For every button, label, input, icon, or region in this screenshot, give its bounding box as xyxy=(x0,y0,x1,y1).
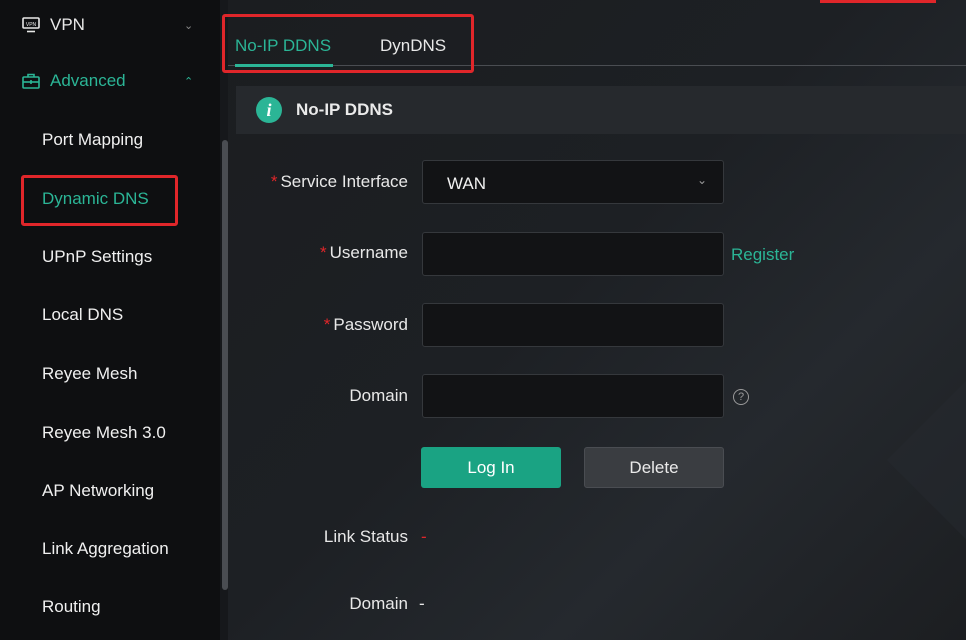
link-status-value: - xyxy=(421,527,427,546)
sidebar-item-routing[interactable]: Routing xyxy=(42,597,101,617)
sidebar: VPN VPN ⌄ Advanced ⌃ Port Mapping Dynami… xyxy=(0,0,220,640)
sidebar-group-vpn[interactable]: VPN VPN ⌄ xyxy=(0,0,220,50)
domain-label: Domain xyxy=(349,386,408,405)
chevron-down-icon: ⌄ xyxy=(184,19,194,32)
section-header: i No-IP DDNS xyxy=(236,86,966,134)
chevron-down-icon: ⌄ xyxy=(696,173,707,187)
required-mark: * xyxy=(319,243,327,262)
service-interface-label: * Service Interface xyxy=(270,172,408,191)
sidebar-group-advanced[interactable]: Advanced ⌃ xyxy=(0,56,220,106)
sidebar-item-upnp-settings[interactable]: UPnP Settings xyxy=(42,247,152,267)
help-icon[interactable]: ? xyxy=(733,389,749,405)
sidebar-item-local-dns[interactable]: Local DNS xyxy=(42,305,123,325)
service-interface-select[interactable]: WAN ⌄ xyxy=(422,160,724,204)
sidebar-group-label: Advanced xyxy=(50,71,126,90)
required-mark: * xyxy=(323,315,331,334)
register-link[interactable]: Register xyxy=(731,245,794,265)
password-label: * Password xyxy=(323,315,408,334)
svg-text:VPN: VPN xyxy=(26,22,37,28)
highlight-box xyxy=(21,175,178,226)
required-mark: * xyxy=(270,172,278,191)
password-input[interactable] xyxy=(422,303,724,347)
login-button[interactable]: Log In xyxy=(421,447,561,488)
delete-button[interactable]: Delete xyxy=(584,447,724,488)
section-title: No-IP DDNS xyxy=(296,100,393,119)
username-input[interactable] xyxy=(422,232,724,276)
sidebar-item-port-mapping[interactable]: Port Mapping xyxy=(42,130,143,150)
service-interface-value: WAN xyxy=(447,174,487,193)
domain-input[interactable] xyxy=(422,374,724,418)
highlight-box-edge xyxy=(820,0,936,3)
chevron-up-icon: ⌃ xyxy=(184,75,194,88)
sidebar-item-ap-networking[interactable]: AP Networking xyxy=(42,481,154,501)
status-domain-label: Domain xyxy=(349,594,408,613)
link-status-label: Link Status xyxy=(323,527,408,546)
info-icon: i xyxy=(256,97,282,123)
background-decoration xyxy=(886,318,966,602)
sidebar-item-reyee-mesh-3[interactable]: Reyee Mesh 3.0 xyxy=(42,423,166,443)
sidebar-item-reyee-mesh[interactable]: Reyee Mesh xyxy=(42,364,137,384)
username-label: * Username xyxy=(319,243,408,262)
sidebar-item-link-aggregation[interactable]: Link Aggregation xyxy=(42,539,169,559)
toolbox-icon xyxy=(22,73,44,89)
vpn-icon: VPN xyxy=(22,17,44,33)
sidebar-group-label: VPN xyxy=(50,15,85,34)
highlight-box xyxy=(222,14,474,73)
status-domain-value: - xyxy=(419,594,425,613)
